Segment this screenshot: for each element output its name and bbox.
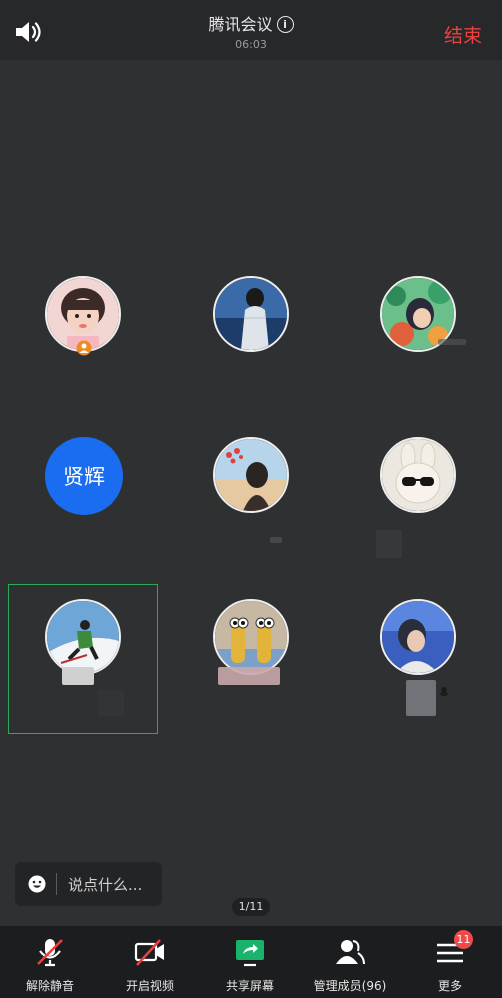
avatar-beach-girl[interactable] [213, 437, 289, 513]
participant-name [218, 667, 280, 685]
avatar-text[interactable]: 贤辉 [45, 437, 123, 515]
host-badge-icon [76, 340, 92, 356]
notification-badge: 11 [454, 930, 473, 949]
video-off-icon [134, 939, 164, 966]
start-video-label: 开启视频 [125, 979, 174, 993]
meeting-title-label: 腾讯会议 [208, 15, 273, 34]
members-icon [336, 940, 365, 965]
avatar-plush-bunny[interactable] [380, 437, 456, 513]
unmute-button[interactable]: 解除静音 [0, 926, 100, 998]
microphone-muted-icon [37, 939, 63, 967]
participant-name [438, 339, 466, 345]
start-video-button[interactable]: 开启视频 [100, 926, 200, 998]
chat-input[interactable]: 说点什么... [68, 874, 142, 895]
bottom-toolbar: 解除静音 开启视频 共享屏幕 管理成员(96) 11 更多 [0, 926, 502, 998]
participant-name [376, 530, 402, 558]
share-screen-label: 共享屏幕 [225, 979, 274, 993]
microphone-muted-icon [439, 687, 449, 697]
manage-members-button[interactable]: 管理成员(96) [300, 926, 400, 998]
chat-divider [56, 873, 57, 895]
participant-name [98, 690, 124, 716]
manage-members-label: 管理成员(96) [313, 979, 387, 993]
share-screen-button[interactable]: 共享屏幕 [200, 926, 300, 998]
participant-name [406, 680, 436, 716]
avatar-person-back[interactable] [213, 276, 289, 352]
share-screen-icon [236, 940, 264, 967]
info-icon[interactable]: i [276, 16, 294, 33]
avatar-figures[interactable] [213, 599, 289, 675]
top-bar: 腾讯会议 i 06:03 结束 [0, 0, 502, 60]
avatar-text-label: 贤辉 [63, 465, 105, 489]
more-label: 更多 [437, 979, 462, 993]
participant-name [270, 537, 282, 543]
meeting-timer: 06:03 [235, 38, 267, 51]
more-button[interactable]: 11 更多 [400, 926, 500, 998]
participant-name [62, 667, 94, 685]
emoji-icon[interactable] [28, 875, 46, 893]
meeting-title[interactable]: 腾讯会议 i [0, 11, 502, 35]
chat-box[interactable]: 说点什么... [15, 862, 162, 906]
page-indicator: 1/11 [232, 898, 270, 916]
avatar-skier[interactable] [45, 599, 121, 675]
end-meeting-button[interactable]: 结束 [444, 21, 482, 48]
unmute-label: 解除静音 [25, 979, 74, 993]
avatar-boy[interactable] [380, 599, 456, 675]
